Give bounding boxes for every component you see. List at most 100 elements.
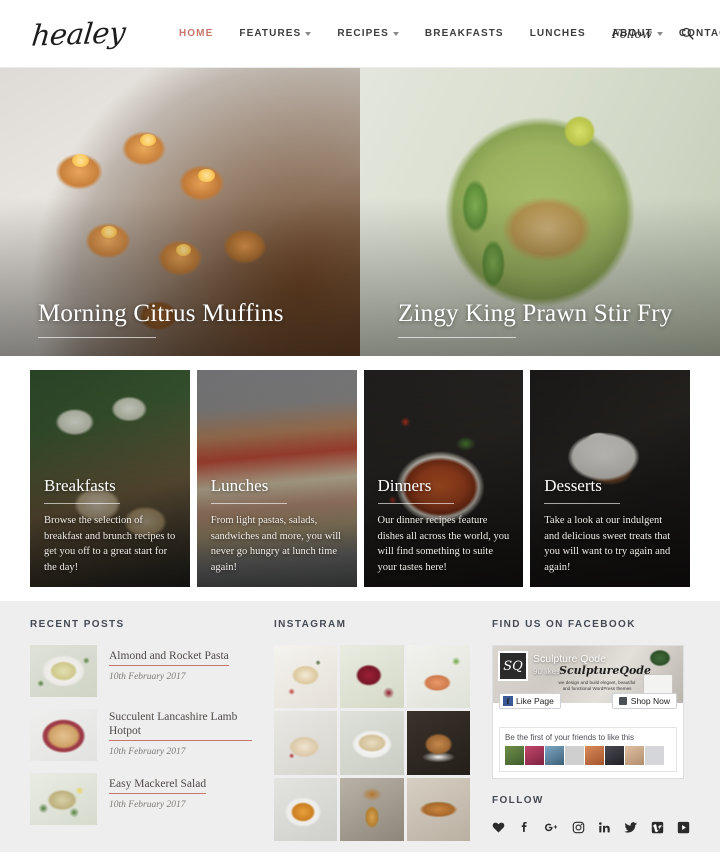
hero-caption-prawn: Zingy King Prawn Stir Fry <box>398 300 672 338</box>
widget-title: FOLLOW <box>492 795 544 806</box>
title-underline <box>44 503 120 504</box>
nav-item-home[interactable]: HOME <box>179 28 213 39</box>
heart-icon[interactable] <box>492 821 505 834</box>
nav-label: BREAKFASTS <box>424 28 504 39</box>
google-plus-icon[interactable] <box>544 821 559 834</box>
instagram-photo[interactable] <box>340 711 404 775</box>
twitter-icon[interactable] <box>624 821 638 834</box>
follow-widget: FOLLOW <box>492 795 690 834</box>
category-title: Desserts <box>544 476 602 495</box>
search-icon[interactable] <box>681 27 694 40</box>
header-actions: Follow <box>612 27 694 41</box>
widget-title: FIND US ON FACEBOOK <box>492 619 636 630</box>
youtube-icon[interactable] <box>677 821 690 834</box>
category-card-dinners[interactable]: Dinners Our dinner recipes feature dishe… <box>363 370 524 587</box>
instagram-photo[interactable] <box>274 777 338 841</box>
category-description: Take a look at our indulgent and delicio… <box>544 515 671 573</box>
social-links <box>492 821 690 834</box>
nav-item-features[interactable]: FEATURES <box>239 28 312 39</box>
category-description: From light pastas, salads, sandwiches an… <box>210 515 342 573</box>
category-card-desserts[interactable]: Desserts Take a look at our indulgent an… <box>530 370 690 587</box>
nav-label: HOME <box>178 28 214 39</box>
widget-title: INSTAGRAM <box>274 619 347 630</box>
recent-post-title[interactable]: Succulent Lancashire Lamb Hotpot <box>109 710 252 741</box>
facebook-icon: f <box>503 696 513 706</box>
follow-dropdown[interactable]: Follow <box>612 27 663 41</box>
hero-caption-muffins: Morning Citrus Muffins <box>38 300 284 338</box>
category-card-body: Desserts Take a look at our indulgent an… <box>544 476 677 575</box>
recent-post-item[interactable]: Almond and Rocket Pasta 10th February 20… <box>30 645 252 697</box>
recent-post-date: 10th February 2017 <box>109 747 186 757</box>
title-underline <box>377 503 454 504</box>
nav-item-recipes[interactable]: RECIPES <box>337 28 399 39</box>
category-card-body: Lunches From light pastas, salads, sandw… <box>210 476 344 575</box>
chevron-down-icon <box>657 32 663 36</box>
nav-label: RECIPES <box>337 28 389 39</box>
avatar <box>605 746 624 765</box>
recent-posts-widget: RECENT POSTS Almond and Rocket Pasta 10t… <box>30 619 252 852</box>
avatar <box>505 746 524 765</box>
avatar <box>565 746 584 765</box>
instagram-photo[interactable] <box>406 777 470 841</box>
title-underline <box>544 503 621 504</box>
mackerel-thumb <box>30 773 97 825</box>
nav-label: FEATURES <box>239 28 302 39</box>
facebook-column: FIND US ON FACEBOOK SculptureQode we des… <box>492 619 690 852</box>
follow-dropdown-label: Follow <box>611 26 652 41</box>
hotpot-thumb <box>30 709 97 761</box>
recent-post-item[interactable]: Succulent Lancashire Lamb Hotpot 10th Fe… <box>30 709 252 761</box>
avatar <box>645 746 664 765</box>
instagram-photo[interactable] <box>274 711 338 775</box>
category-title: Dinners <box>377 476 432 495</box>
linkedin-icon[interactable] <box>598 821 611 834</box>
chevron-down-icon <box>392 32 399 36</box>
category-title: Breakfasts <box>44 476 116 495</box>
instagram-icon[interactable] <box>572 821 585 834</box>
instagram-photo[interactable] <box>406 645 470 709</box>
site-header: healey HOME FEATURES RECIPES BREAKFASTS … <box>0 0 720 68</box>
category-title: Lunches <box>210 476 269 495</box>
hero-slider: Morning Citrus Muffins Zingy King Prawn … <box>0 68 720 356</box>
shop-now-button[interactable]: Shop Now <box>611 693 677 709</box>
hero-title: Zingy King Prawn Stir Fry <box>398 300 673 327</box>
facebook-page-avatar: SQ <box>498 651 528 681</box>
instagram-photo[interactable] <box>274 645 338 709</box>
facebook-icon[interactable] <box>518 821 531 834</box>
recent-post-date: 10th February 2017 <box>109 800 186 810</box>
nav-item-lunches[interactable]: LUNCHES <box>530 28 586 39</box>
like-page-button[interactable]: f Like Page <box>499 693 561 709</box>
instagram-photo[interactable] <box>406 711 470 775</box>
instagram-photo[interactable] <box>340 645 404 709</box>
nav-item-breakfasts[interactable]: BREAKFASTS <box>425 28 504 39</box>
avatar <box>585 746 604 765</box>
avatar <box>625 746 644 765</box>
facebook-page-name: Sculpture Qode <box>533 653 606 665</box>
category-card-body: Breakfasts Browse the selection of break… <box>44 476 177 575</box>
instagram-photo[interactable] <box>340 777 404 841</box>
facebook-friends-text: Be the first of your friends to like thi… <box>505 733 634 742</box>
category-cards-section: Breakfasts Browse the selection of break… <box>0 356 720 601</box>
facebook-friend-avatars <box>505 746 671 765</box>
hero-card-prawn[interactable]: Zingy King Prawn Stir Fry <box>360 68 720 356</box>
site-footer: RECENT POSTS Almond and Rocket Pasta 10t… <box>0 601 720 852</box>
category-card-breakfasts[interactable]: Breakfasts Browse the selection of break… <box>30 370 190 587</box>
recent-post-item[interactable]: Easy Mackerel Salad 10th February 2017 <box>30 773 252 825</box>
facebook-friends-box: Be the first of your friends to like thi… <box>499 727 677 772</box>
category-description: Our dinner recipes feature dishes all ac… <box>377 515 510 573</box>
recent-post-title[interactable]: Easy Mackerel Salad <box>109 777 207 794</box>
like-page-label: Like Page <box>516 696 554 706</box>
category-card-lunches[interactable]: Lunches From light pastas, salads, sandw… <box>196 370 357 587</box>
nav-label: LUNCHES <box>529 28 586 39</box>
avatar <box>525 746 544 765</box>
facebook-like-count: 90 likes <box>533 667 561 676</box>
hero-title: Morning Citrus Muffins <box>38 300 284 327</box>
avatar <box>545 746 564 765</box>
shop-now-label: Shop Now <box>630 696 670 706</box>
chevron-down-icon <box>305 32 312 36</box>
facebook-page-widget[interactable]: SculptureQode we design and build elegan… <box>492 645 684 779</box>
widget-title: RECENT POSTS <box>30 619 125 630</box>
site-logo[interactable]: healey <box>30 15 127 52</box>
vimeo-icon[interactable] <box>651 821 664 834</box>
hero-card-muffins[interactable]: Morning Citrus Muffins <box>0 68 360 356</box>
recent-post-title[interactable]: Almond and Rocket Pasta <box>109 649 229 666</box>
